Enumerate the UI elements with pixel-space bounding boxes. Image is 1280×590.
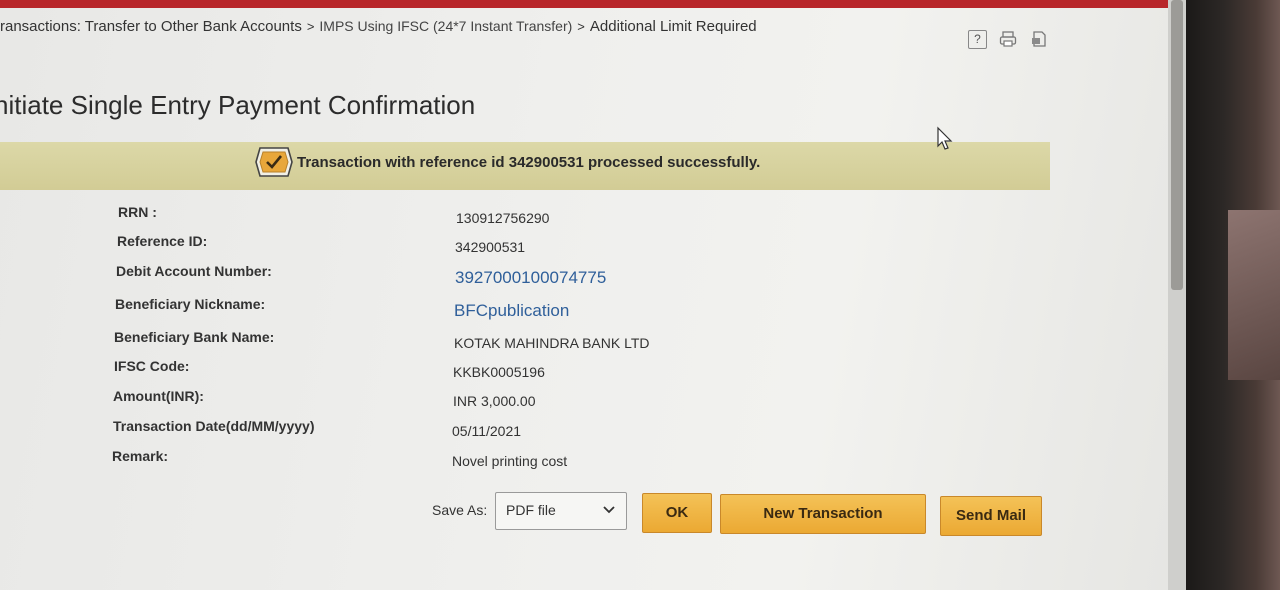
print-icon[interactable] — [999, 30, 1017, 48]
remark-label: Remark: — [112, 448, 169, 464]
breadcrumb-item-transactions[interactable]: ransactions: Transfer to Other Bank Acco… — [0, 18, 302, 35]
export-icon[interactable] — [1030, 30, 1048, 48]
mouse-pointer-icon — [936, 126, 954, 152]
transaction-date-value: 05/11/2021 — [452, 423, 522, 439]
beneficiary-nickname-value[interactable]: BFCpublication — [454, 301, 569, 321]
amount-value: INR 3,000.00 — [453, 393, 536, 409]
page-tools: ? — [968, 30, 1056, 49]
ifsc-code-value: KKBK0005196 — [453, 364, 545, 380]
page-title: nitiate Single Entry Payment Confirmatio… — [0, 90, 476, 120]
scrollbar-thumb[interactable] — [1171, 0, 1183, 290]
debit-account-value[interactable]: 3927000100074775 — [455, 268, 606, 288]
ok-button[interactable]: OK — [642, 493, 712, 533]
help-icon[interactable]: ? — [968, 30, 987, 49]
success-message: Transaction with reference id 342900531 … — [297, 154, 761, 171]
breadcrumb-separator: > — [306, 19, 315, 34]
success-banner: Transaction with reference id 342900531 … — [0, 142, 1050, 190]
transaction-date-label: Transaction Date(dd/MM/yyyy) — [113, 418, 315, 434]
success-check-icon — [254, 146, 294, 177]
ifsc-code-label: IFSC Code: — [114, 358, 190, 374]
save-as-select[interactable]: PDF file — [495, 492, 627, 530]
remark-value: Novel printing cost — [452, 453, 568, 469]
reference-id-value: 342900531 — [455, 239, 526, 255]
debit-account-label: Debit Account Number: — [116, 263, 272, 279]
breadcrumb-separator: > — [577, 19, 585, 34]
amount-label: Amount(INR): — [113, 388, 204, 404]
save-as-selected-value: PDF file — [506, 502, 556, 518]
save-as-label: Save As: — [432, 502, 488, 518]
beneficiary-bank-value: KOTAK MAHINDRA BANK LTD — [454, 335, 650, 351]
background-surface — [1228, 210, 1280, 380]
rrn-label: RRN : — [118, 204, 157, 220]
breadcrumb-item-current: Additional Limit Required — [589, 18, 757, 35]
beneficiary-nickname-label: Beneficiary Nickname: — [115, 296, 266, 312]
send-mail-button[interactable]: Send Mail — [940, 496, 1042, 536]
app-screen: ransactions: Transfer to Other Bank Acco… — [0, 0, 1168, 590]
top-brand-band — [0, 0, 1168, 8]
reference-id-label: Reference ID: — [117, 233, 208, 249]
breadcrumb: ransactions: Transfer to Other Bank Acco… — [0, 18, 900, 42]
beneficiary-bank-label: Beneficiary Bank Name: — [114, 329, 275, 345]
rrn-value: 130912756290 — [456, 210, 550, 226]
vertical-scrollbar[interactable] — [1168, 0, 1186, 590]
chevron-down-icon — [602, 503, 616, 517]
new-transaction-button[interactable]: New Transaction — [720, 494, 926, 534]
breadcrumb-item-imps[interactable]: IMPS Using IFSC (24*7 Instant Transfer) — [319, 18, 572, 34]
